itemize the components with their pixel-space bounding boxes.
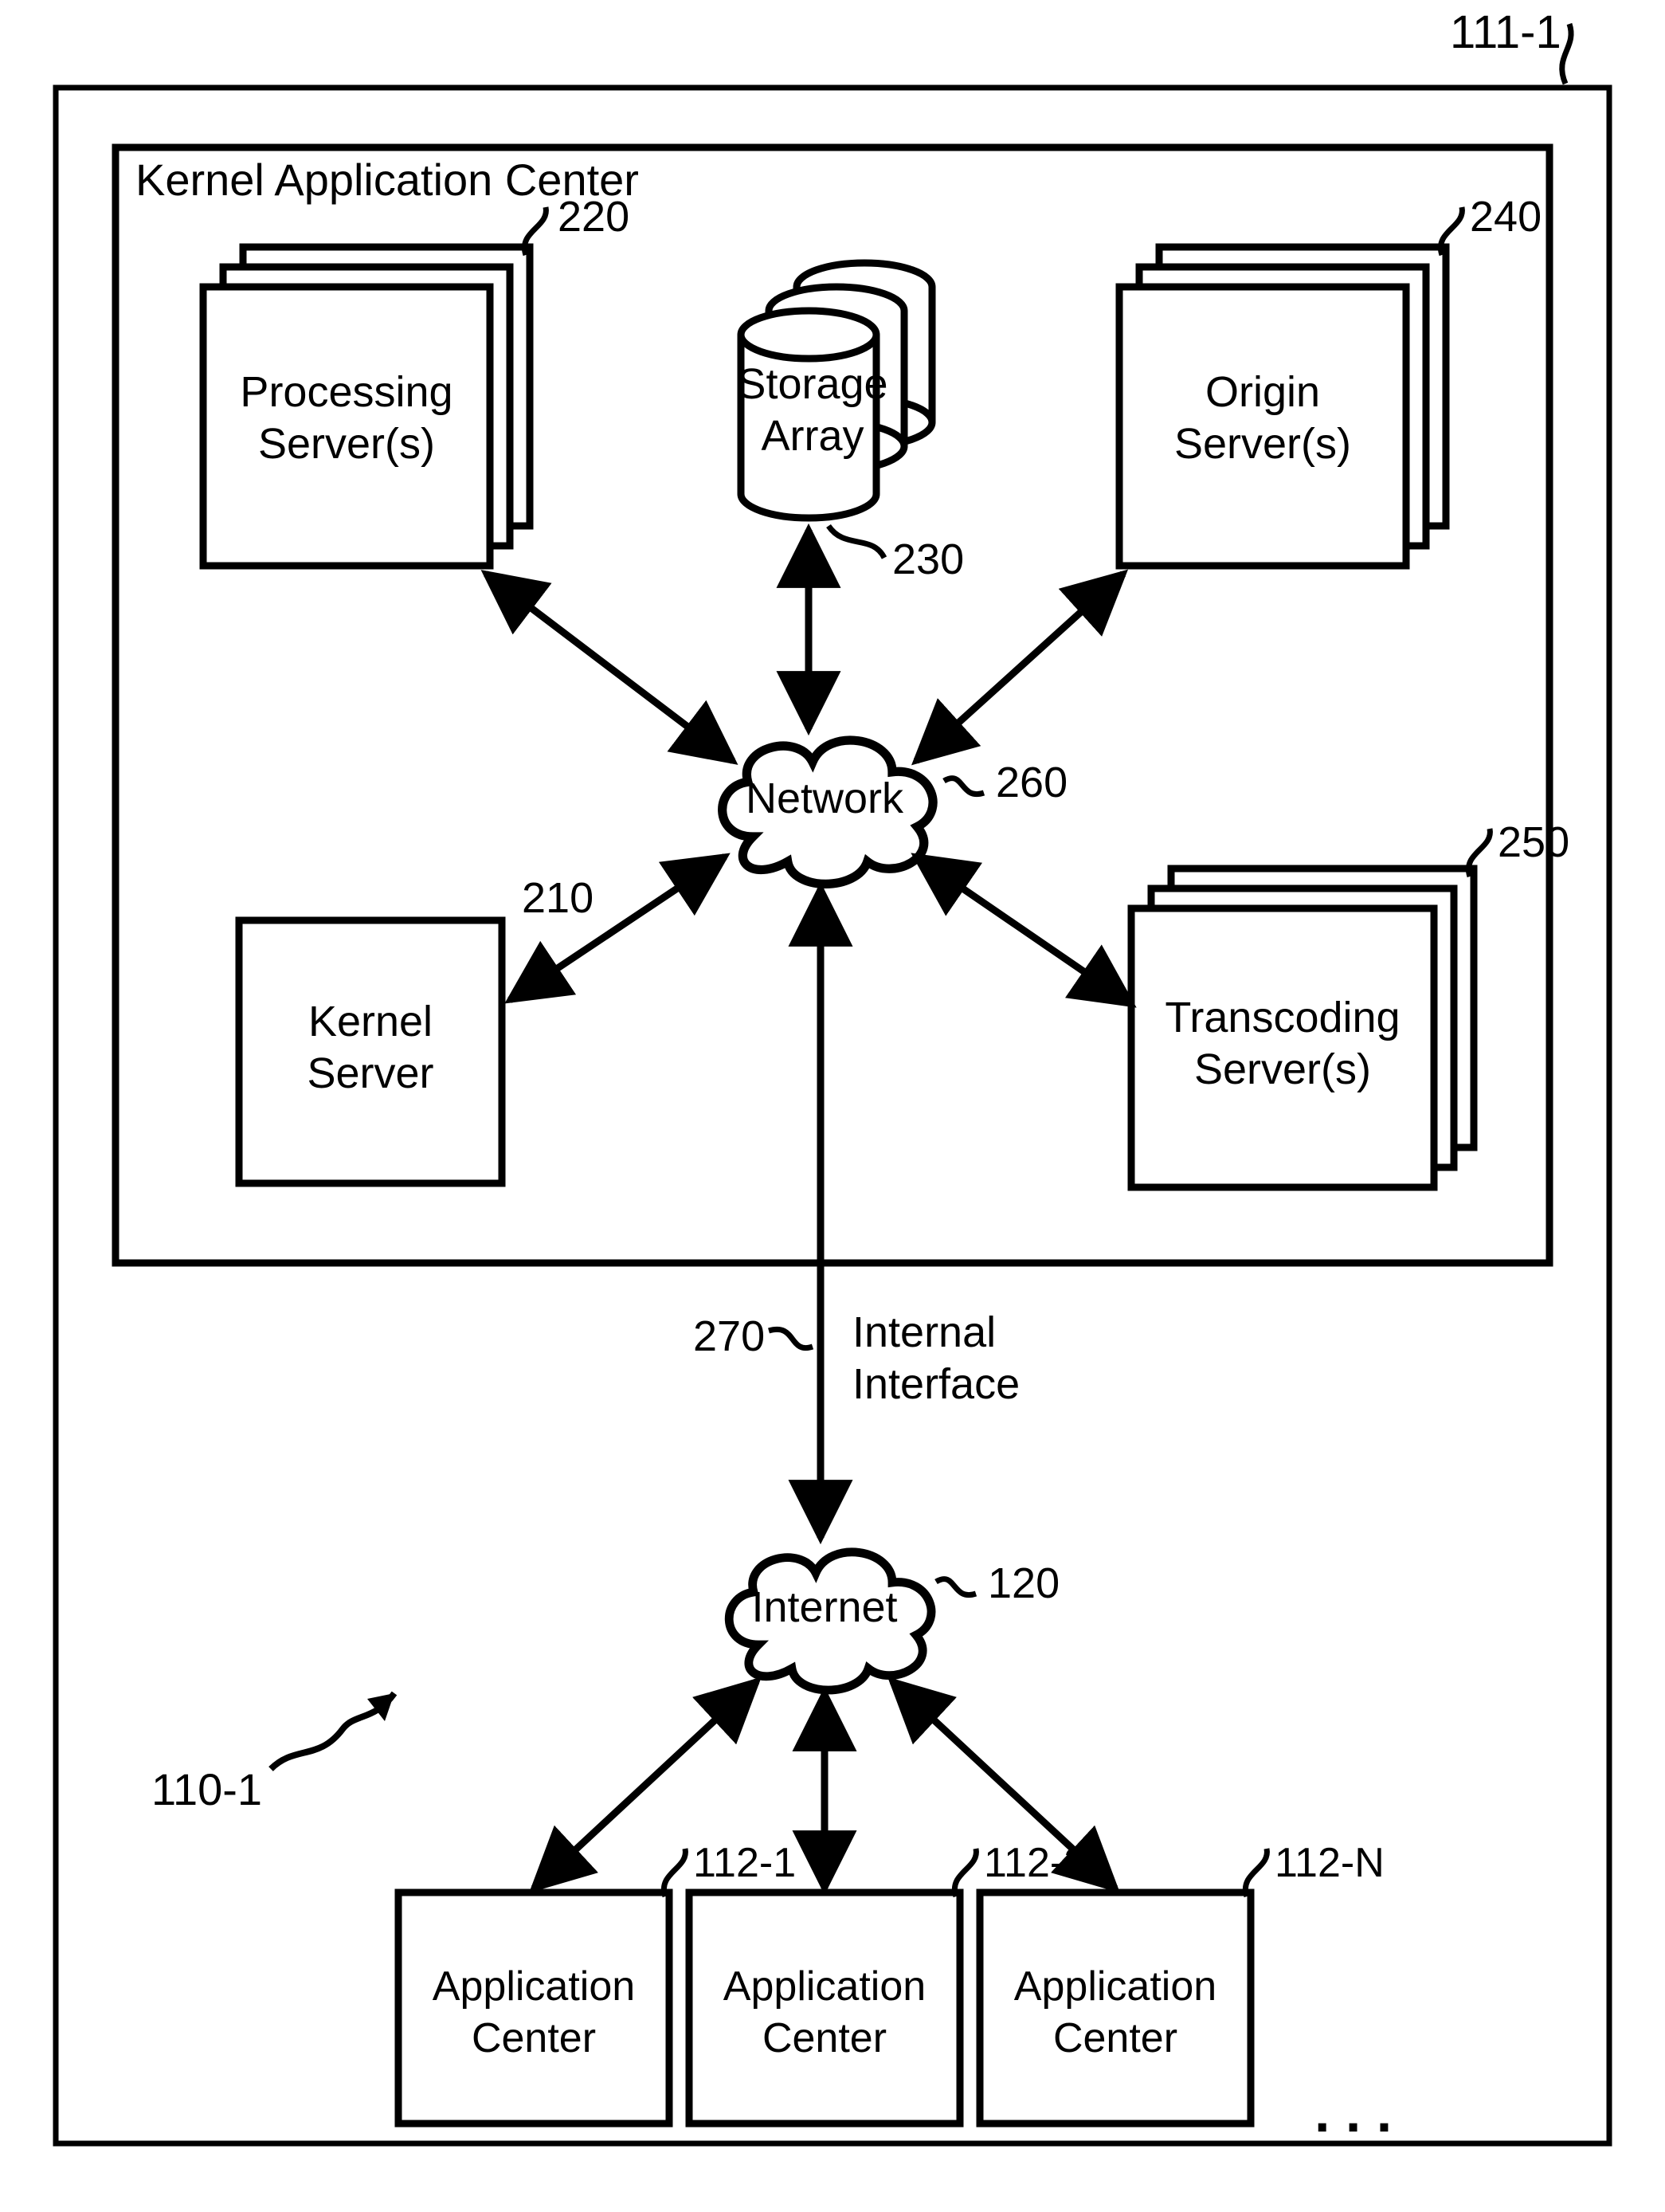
network-label: Network [746,775,904,822]
transcoding-label-1: Transcoding [1165,994,1400,1041]
storage-label-2: Array [761,412,864,460]
kernel-label-1: Kernel [308,998,433,1045]
kernel-ref: 210 [522,874,594,922]
appcenter2-ref: 112-2 [984,1840,1087,1886]
storage-ref: 230 [892,535,964,583]
figure-ref: 110-1 [151,1693,394,1814]
transcoding-label-2: Server(s) [1194,1045,1371,1093]
origin-ref: 240 [1470,193,1542,241]
appcentern-label-1: Application [1014,1963,1216,2010]
appcenter1-ref: 112-1 [693,1840,796,1886]
internal-label-1: Internal [852,1308,996,1356]
processing-servers: Processing Server(s) 220 [203,193,629,566]
appcenter2-label-2: Center [762,2015,887,2061]
transcoding-ref: 250 [1498,818,1569,866]
frame-ref-label: 111-1 [1450,6,1561,58]
figure-ref-label: 110-1 [151,1764,262,1814]
kernel-label-2: Server [307,1049,433,1097]
appcenter1-label-2: Center [472,2015,596,2061]
processing-label-1: Processing [240,368,452,416]
ellipsis: . . . [1314,2081,1392,2143]
internal-label-2: Interface [852,1360,1020,1408]
internal-interface: 270 Internal Interface [693,888,1020,1538]
transcoding-servers: Transcoding Server(s) 250 [1131,818,1569,1187]
processing-ref: 220 [558,193,629,241]
appcenter1-label-1: Application [433,1963,635,2010]
internet-ref: 120 [988,1559,1060,1607]
origin-label-2: Server(s) [1174,420,1351,468]
appcenter2-label-1: Application [723,1963,926,2010]
storage-label-1: Storage [737,360,887,408]
origin-servers: Origin Server(s) 240 [1119,193,1542,566]
kernel-server: Kernel Server 210 [239,874,594,1183]
processing-label-2: Server(s) [258,420,435,468]
internal-ref: 270 [693,1312,765,1360]
internet-label: Internet [751,1583,897,1631]
storage-array: Storage Array 230 [737,263,964,583]
origin-label-1: Origin [1205,368,1320,416]
appcentern-ref: 112-N [1275,1840,1385,1886]
appcentern-label-2: Center [1053,2015,1177,2061]
network-ref: 260 [996,759,1068,806]
